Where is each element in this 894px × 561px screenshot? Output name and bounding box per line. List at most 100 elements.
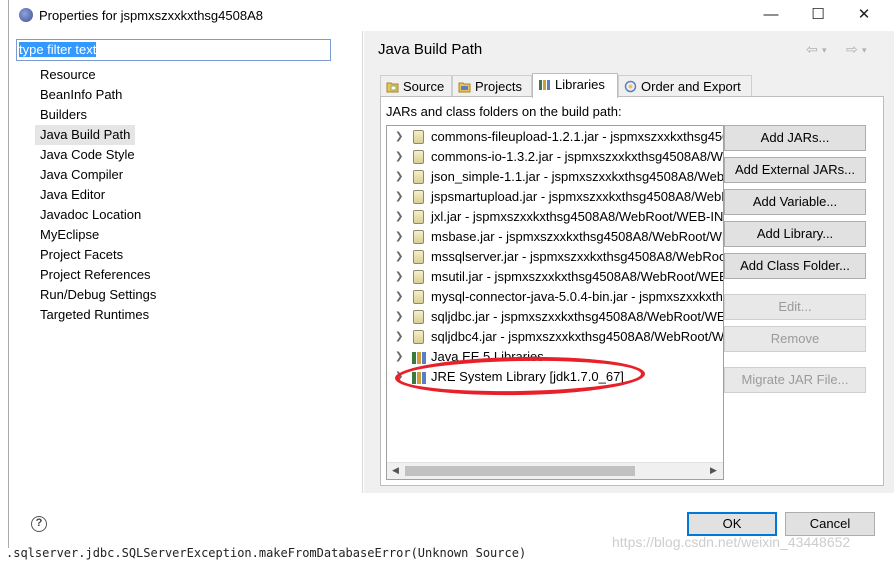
nav-item[interactable]: Java Compiler — [35, 165, 128, 185]
expand-arrow-icon[interactable]: ❯ — [395, 187, 403, 207]
filter-input-text: type filter text — [19, 42, 97, 57]
jar-entry-row[interactable]: ❯ jxl.jar - jspmxszxxkxthsg4508A8/WebRoot… — [387, 207, 723, 227]
library-container-row[interactable]: ❯ JRE System Library [jdk1.7.0_67] — [387, 367, 723, 387]
jar-entry-label: commons-fileupload-1.2.1.jar - jspmxszxx… — [431, 129, 723, 144]
edit-button[interactable]: Edit... — [724, 294, 866, 320]
nav-item[interactable]: Targeted Runtimes — [35, 305, 154, 325]
jar-icon — [413, 270, 424, 284]
cancel-button[interactable]: Cancel — [785, 512, 875, 536]
minimize-button[interactable]: — — [757, 4, 785, 26]
nav-item[interactable]: BeanInfo Path — [35, 85, 127, 105]
tab-source-label: Source — [403, 79, 445, 94]
jar-icon — [413, 230, 424, 244]
build-path-tree[interactable]: ❯ commons-fileupload-1.2.1.jar - jspmxszx… — [386, 125, 724, 480]
jar-entry-row[interactable]: ❯ mssqlserver.jar - jspmxszxxkxthsg4508A8… — [387, 247, 723, 267]
title-bar: Properties for jspmxszxxkxthsg4508A8 — ☐… — [9, 0, 894, 31]
nav-item[interactable]: Javadoc Location — [35, 205, 146, 225]
back-arrow-icon[interactable]: ⇦ — [806, 41, 818, 58]
tab-order-export[interactable]: Order and Export — [618, 75, 752, 97]
add-variable-button[interactable]: Add Variable... — [724, 189, 866, 215]
jar-entry-label: sqljdbc.jar - jspmxszxxkxthsg4508A8/WebR… — [431, 309, 724, 324]
nav-item[interactable]: Java Editor — [35, 185, 110, 205]
expand-arrow-icon[interactable]: ❯ — [395, 287, 403, 307]
project-icon — [458, 82, 471, 93]
expand-arrow-icon[interactable]: ❯ — [395, 307, 403, 327]
scrollbar-thumb[interactable] — [405, 466, 635, 476]
jar-entry-label: sqljdbc4.jar - jspmxszxxkxthsg4508A8/Web… — [431, 329, 724, 344]
page-title: Java Build Path — [378, 41, 483, 58]
jar-icon — [413, 330, 424, 344]
jar-entry-label: json_simple-1.1.jar - jspmxszxxkxthsg450… — [431, 169, 724, 184]
close-button[interactable]: ✕ — [850, 4, 878, 26]
tab-source[interactable]: Source — [380, 75, 452, 97]
expand-arrow-icon[interactable]: ❯ — [395, 147, 403, 167]
library-container-row[interactable]: ❯ Java EE 5 Libraries — [387, 347, 723, 367]
nav-item[interactable]: Resource — [35, 65, 101, 85]
jar-icon — [413, 190, 424, 204]
scroll-right-icon[interactable]: ▶ — [710, 465, 717, 476]
ok-button[interactable]: OK — [687, 512, 777, 536]
jar-icon — [413, 150, 424, 164]
library-container-label: JRE System Library [jdk1.7.0_67] — [431, 369, 624, 384]
nav-item[interactable]: Java Code Style — [35, 145, 140, 165]
jar-entry-row[interactable]: ❯ commons-fileupload-1.2.1.jar - jspmxszx… — [387, 127, 723, 147]
navigation-panel: type filter text Resource BeanInfo Path Bu… — [9, 31, 363, 493]
nav-item[interactable]: Project References — [35, 265, 156, 285]
expand-arrow-icon[interactable]: ❯ — [395, 227, 403, 247]
jar-icon — [413, 290, 424, 304]
tab-libraries-label: Libraries — [555, 77, 605, 92]
tab-projects[interactable]: Projects — [452, 75, 532, 97]
library-container-label: Java EE 5 Libraries — [431, 349, 544, 364]
tab-libraries[interactable]: Libraries — [532, 73, 618, 98]
expand-arrow-icon[interactable]: ❯ — [395, 347, 403, 367]
expand-arrow-icon[interactable]: ❯ — [395, 367, 403, 387]
order-export-icon — [624, 80, 637, 93]
jar-icon — [413, 310, 424, 324]
jar-entry-row[interactable]: ❯ mysql-connector-java-5.0.4-bin.jar - js… — [387, 287, 723, 307]
expand-arrow-icon[interactable]: ❯ — [395, 167, 403, 187]
eclipse-icon — [19, 8, 33, 22]
jar-entry-label: msbase.jar - jspmxszxxkxthsg4508A8/WebRo… — [431, 229, 723, 244]
jar-entry-row[interactable]: ❯ msbase.jar - jspmxszxxkxthsg4508A8/WebR… — [387, 227, 723, 247]
jar-icon — [413, 210, 424, 224]
jar-entry-row[interactable]: ❯ msutil.jar - jspmxszxxkxthsg4508A8/WebR… — [387, 267, 723, 287]
jar-entry-row[interactable]: ❯ jspsmartupload.jar - jspmxszxxkxthsg450… — [387, 187, 723, 207]
tab-order-export-label: Order and Export — [641, 79, 741, 94]
horizontal-scrollbar[interactable]: ◀ ▶ — [387, 462, 723, 479]
forward-arrow-icon[interactable]: ⇨ — [846, 41, 858, 58]
add-class-folder-button[interactable]: Add Class Folder... — [724, 253, 866, 279]
scroll-left-icon[interactable]: ◀ — [392, 465, 399, 476]
filter-input[interactable]: type filter text — [16, 39, 331, 61]
expand-arrow-icon[interactable]: ❯ — [395, 127, 403, 147]
expand-arrow-icon[interactable]: ❯ — [395, 207, 403, 227]
nav-item[interactable]: MyEclipse — [35, 225, 104, 245]
migrate-jar-button[interactable]: Migrate JAR File... — [724, 367, 866, 393]
add-external-jars-button[interactable]: Add External JARs... — [724, 157, 866, 183]
add-jars-button[interactable]: Add JARs... — [724, 125, 866, 151]
source-folder-icon — [386, 82, 399, 93]
jar-icon — [413, 130, 424, 144]
nav-item[interactable]: Run/Debug Settings — [35, 285, 161, 305]
nav-item[interactable]: Project Facets — [35, 245, 128, 265]
maximize-button[interactable]: ☐ — [804, 4, 832, 26]
jar-entry-label: mysql-connector-java-5.0.4-bin.jar - jsp… — [431, 289, 723, 304]
nav-item[interactable]: Builders — [35, 105, 92, 125]
jar-icon — [413, 250, 424, 264]
tab-projects-label: Projects — [475, 79, 522, 94]
jar-entry-row[interactable]: ❯ sqljdbc.jar - jspmxszxxkxthsg4508A8/Web… — [387, 307, 724, 327]
remove-button[interactable]: Remove — [724, 326, 866, 352]
jar-entry-row[interactable]: ❯ commons-io-1.3.2.jar - jspmxszxxkxthsg4… — [387, 147, 723, 167]
jar-entry-label: jspsmartupload.jar - jspmxszxxkxthsg4508… — [431, 189, 723, 204]
expand-arrow-icon[interactable]: ❯ — [395, 327, 403, 347]
expand-arrow-icon[interactable]: ❯ — [395, 247, 403, 267]
nav-item[interactable]: Java Build Path — [35, 125, 136, 145]
jar-entry-row[interactable]: ❯ sqljdbc4.jar - jspmxszxxkxthsg4508A8/We… — [387, 327, 724, 347]
add-library-button[interactable]: Add Library... — [724, 221, 866, 247]
back-menu-icon[interactable]: ▾ — [822, 45, 827, 56]
watermark: https://blog.csdn.net/weixin_43448652 — [612, 534, 851, 550]
jar-entry-row[interactable]: ❯ json_simple-1.1.jar - jspmxszxxkxthsg45… — [387, 167, 724, 187]
expand-arrow-icon[interactable]: ❯ — [395, 267, 403, 287]
forward-menu-icon[interactable]: ▾ — [862, 45, 867, 56]
jar-icon — [413, 170, 424, 184]
help-icon[interactable]: ? — [31, 516, 47, 532]
